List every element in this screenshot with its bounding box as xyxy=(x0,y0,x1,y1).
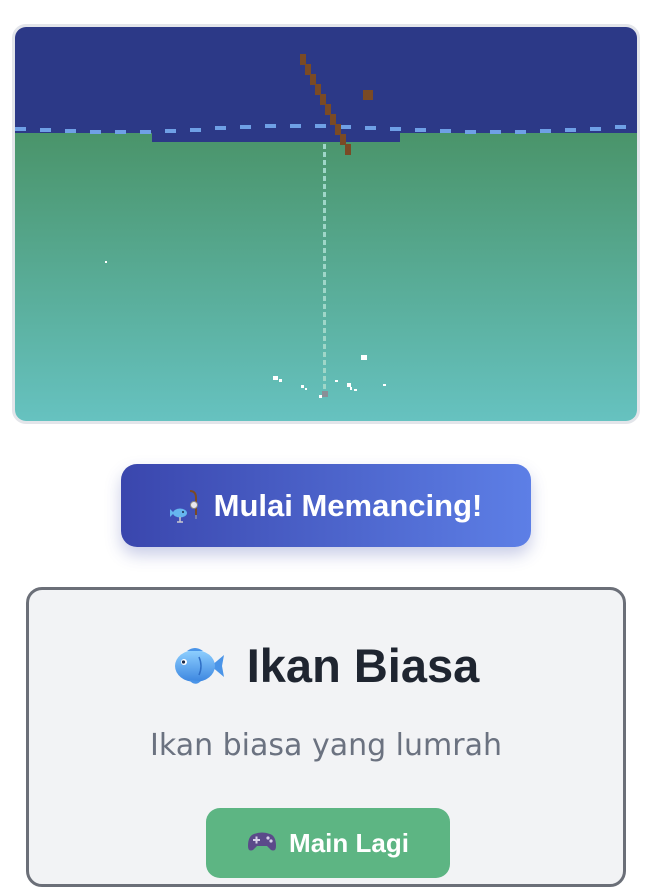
bubble xyxy=(105,261,107,263)
wave-dash xyxy=(440,129,451,133)
wave-dash xyxy=(265,124,276,128)
wave-dash xyxy=(140,130,151,134)
line-dot xyxy=(323,248,326,253)
bubble xyxy=(383,384,386,386)
result-title: Ikan Biasa xyxy=(246,639,480,692)
wave-dash xyxy=(415,128,426,132)
line-dot xyxy=(323,224,326,229)
rod-segment xyxy=(315,84,321,95)
wave-dash xyxy=(615,125,626,129)
line-dot xyxy=(323,144,326,149)
play-again-button[interactable]: Main Lagi xyxy=(206,808,450,878)
bubble xyxy=(319,395,322,398)
wave-dash xyxy=(240,125,251,129)
line-dot xyxy=(323,208,326,213)
line-dot xyxy=(323,376,326,381)
line-dot xyxy=(323,216,326,221)
start-fishing-label: Mulai Memancing! xyxy=(213,487,483,523)
line-dot xyxy=(323,200,326,205)
dock xyxy=(152,131,400,142)
play-again-label: Main Lagi xyxy=(289,828,409,858)
bubble xyxy=(354,389,357,391)
wave-dash xyxy=(515,130,526,134)
line-dot xyxy=(323,352,326,357)
line-dot xyxy=(323,288,326,293)
line-dot xyxy=(323,312,326,317)
bubble xyxy=(273,376,278,380)
line-dot xyxy=(323,296,326,301)
line-dot xyxy=(323,344,326,349)
wave-dash xyxy=(190,128,201,132)
rod-segment xyxy=(345,144,351,155)
wave-dash xyxy=(290,124,301,128)
bubble xyxy=(350,387,352,390)
wave-dash xyxy=(15,127,26,131)
result-description: Ikan biasa yang lumrah xyxy=(150,728,502,763)
hook xyxy=(322,391,328,397)
rod-handle xyxy=(363,90,373,100)
fishing-line xyxy=(323,144,326,389)
rod-segment xyxy=(335,124,341,135)
line-dot xyxy=(323,160,326,165)
line-dot xyxy=(323,384,326,389)
wave-dash xyxy=(115,130,126,134)
line-dot xyxy=(323,336,326,341)
wave-dash xyxy=(90,130,101,134)
fish-icon xyxy=(173,643,225,689)
rod-segment xyxy=(305,64,311,75)
fishing-game-area[interactable] xyxy=(12,24,640,424)
result-card: Ikan Biasa Ikan biasa yang lumrah Main L… xyxy=(26,587,626,887)
rod-segment xyxy=(330,114,336,125)
fishing-game-canvas[interactable] xyxy=(15,27,637,421)
line-dot xyxy=(323,304,326,309)
line-dot xyxy=(323,240,326,245)
line-dot xyxy=(323,256,326,261)
rod-segment xyxy=(325,104,331,115)
line-dot xyxy=(323,264,326,269)
wave-dash xyxy=(590,127,601,131)
line-dot xyxy=(323,368,326,373)
fishing-rod-icon xyxy=(169,489,200,523)
line-dot xyxy=(323,192,326,197)
line-dot xyxy=(323,280,326,285)
wave-dash xyxy=(165,129,176,133)
gamepad-icon xyxy=(247,828,277,854)
bubble xyxy=(279,379,282,382)
wave-dash xyxy=(465,130,476,134)
bubble xyxy=(361,355,367,360)
line-dot xyxy=(323,320,326,325)
line-dot xyxy=(323,272,326,277)
line-dot xyxy=(323,168,326,173)
bubble xyxy=(335,380,338,382)
wave-dash xyxy=(40,128,51,132)
line-dot xyxy=(323,184,326,189)
bubble xyxy=(301,385,304,388)
line-dot xyxy=(323,328,326,333)
wave-dash xyxy=(390,127,401,131)
wave-dash xyxy=(340,125,351,129)
wave-dash xyxy=(565,128,576,132)
start-fishing-button[interactable]: Mulai Memancing! xyxy=(121,464,531,547)
rod-segment xyxy=(340,134,346,145)
wave-dash xyxy=(215,126,226,130)
wave-dash xyxy=(540,129,551,133)
sky xyxy=(15,27,637,133)
line-dot xyxy=(323,152,326,157)
rod-segment xyxy=(300,54,306,65)
bubble xyxy=(347,383,351,387)
wave-dash xyxy=(365,126,376,130)
wave-dash xyxy=(490,130,501,134)
result-header: Ikan Biasa xyxy=(29,638,623,693)
bubble xyxy=(305,388,307,390)
wave-dash xyxy=(65,129,76,133)
wave-dash xyxy=(315,124,326,128)
line-dot xyxy=(323,232,326,237)
line-dot xyxy=(323,360,326,365)
rod-segment xyxy=(320,94,326,105)
rod-segment xyxy=(310,74,316,85)
line-dot xyxy=(323,176,326,181)
